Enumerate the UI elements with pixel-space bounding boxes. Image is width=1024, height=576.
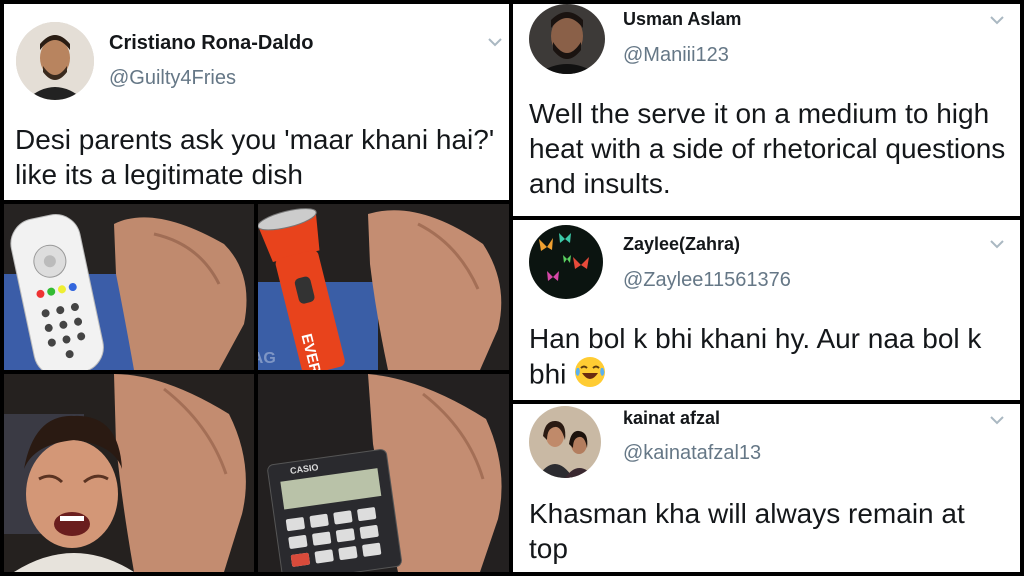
display-name[interactable]: kainat afzal: [623, 408, 720, 429]
tweet-text: Khasman kha will always remain at top: [529, 498, 965, 564]
chevron-down-icon[interactable]: [989, 12, 1005, 28]
user-handle[interactable]: @Maniii123: [623, 44, 729, 67]
tweet-card-2[interactable]: Usman Aslam @Maniii123 Well the serve it…: [513, 4, 1020, 216]
chevron-down-icon[interactable]: [989, 236, 1005, 252]
tweet-card-3[interactable]: Zaylee(Zahra) @Zaylee11561376 Han bol k …: [513, 220, 1020, 400]
display-name[interactable]: Usman Aslam: [623, 9, 741, 30]
user-handle[interactable]: @Guilty4Fries: [109, 67, 236, 90]
tweet-card-4[interactable]: kainat afzal @kainatafzal13 Khasman kha …: [513, 404, 1020, 572]
tweet-text: Well the serve it on a medium to high he…: [529, 98, 1006, 199]
user-avatar-icon[interactable]: [529, 4, 605, 74]
meme-panel-remote: [4, 204, 254, 370]
chevron-down-icon[interactable]: [487, 34, 503, 50]
meme-panel-flashlight: EVEREADY MGAG: [258, 204, 509, 370]
tweet-text: Desi parents ask you 'maar khani hai?' l…: [15, 124, 495, 190]
user-avatar-icon[interactable]: [16, 22, 94, 100]
butterflies-avatar-icon[interactable]: [529, 225, 603, 299]
meme-panel-calculator: CASIO: [258, 374, 509, 572]
user-handle[interactable]: @kainatafzal13: [623, 442, 761, 465]
display-name[interactable]: Zaylee(Zahra): [623, 234, 740, 255]
chevron-down-icon[interactable]: [989, 412, 1005, 428]
watermark: MGAG: [258, 350, 276, 367]
user-avatar-icon[interactable]: [529, 406, 601, 478]
meme-panel-crying-kid: [4, 374, 254, 572]
tweet-card-1[interactable]: Cristiano Rona-Daldo @Guilty4Fries Desi …: [4, 4, 509, 200]
tweet-text: Han bol k bhi khani hy. Aur naa bol k bh…: [529, 321, 1009, 396]
user-handle[interactable]: @Zaylee11561376: [623, 269, 791, 292]
laughing-tears-emoji-icon: [574, 356, 606, 396]
display-name[interactable]: Cristiano Rona-Daldo: [109, 32, 313, 55]
